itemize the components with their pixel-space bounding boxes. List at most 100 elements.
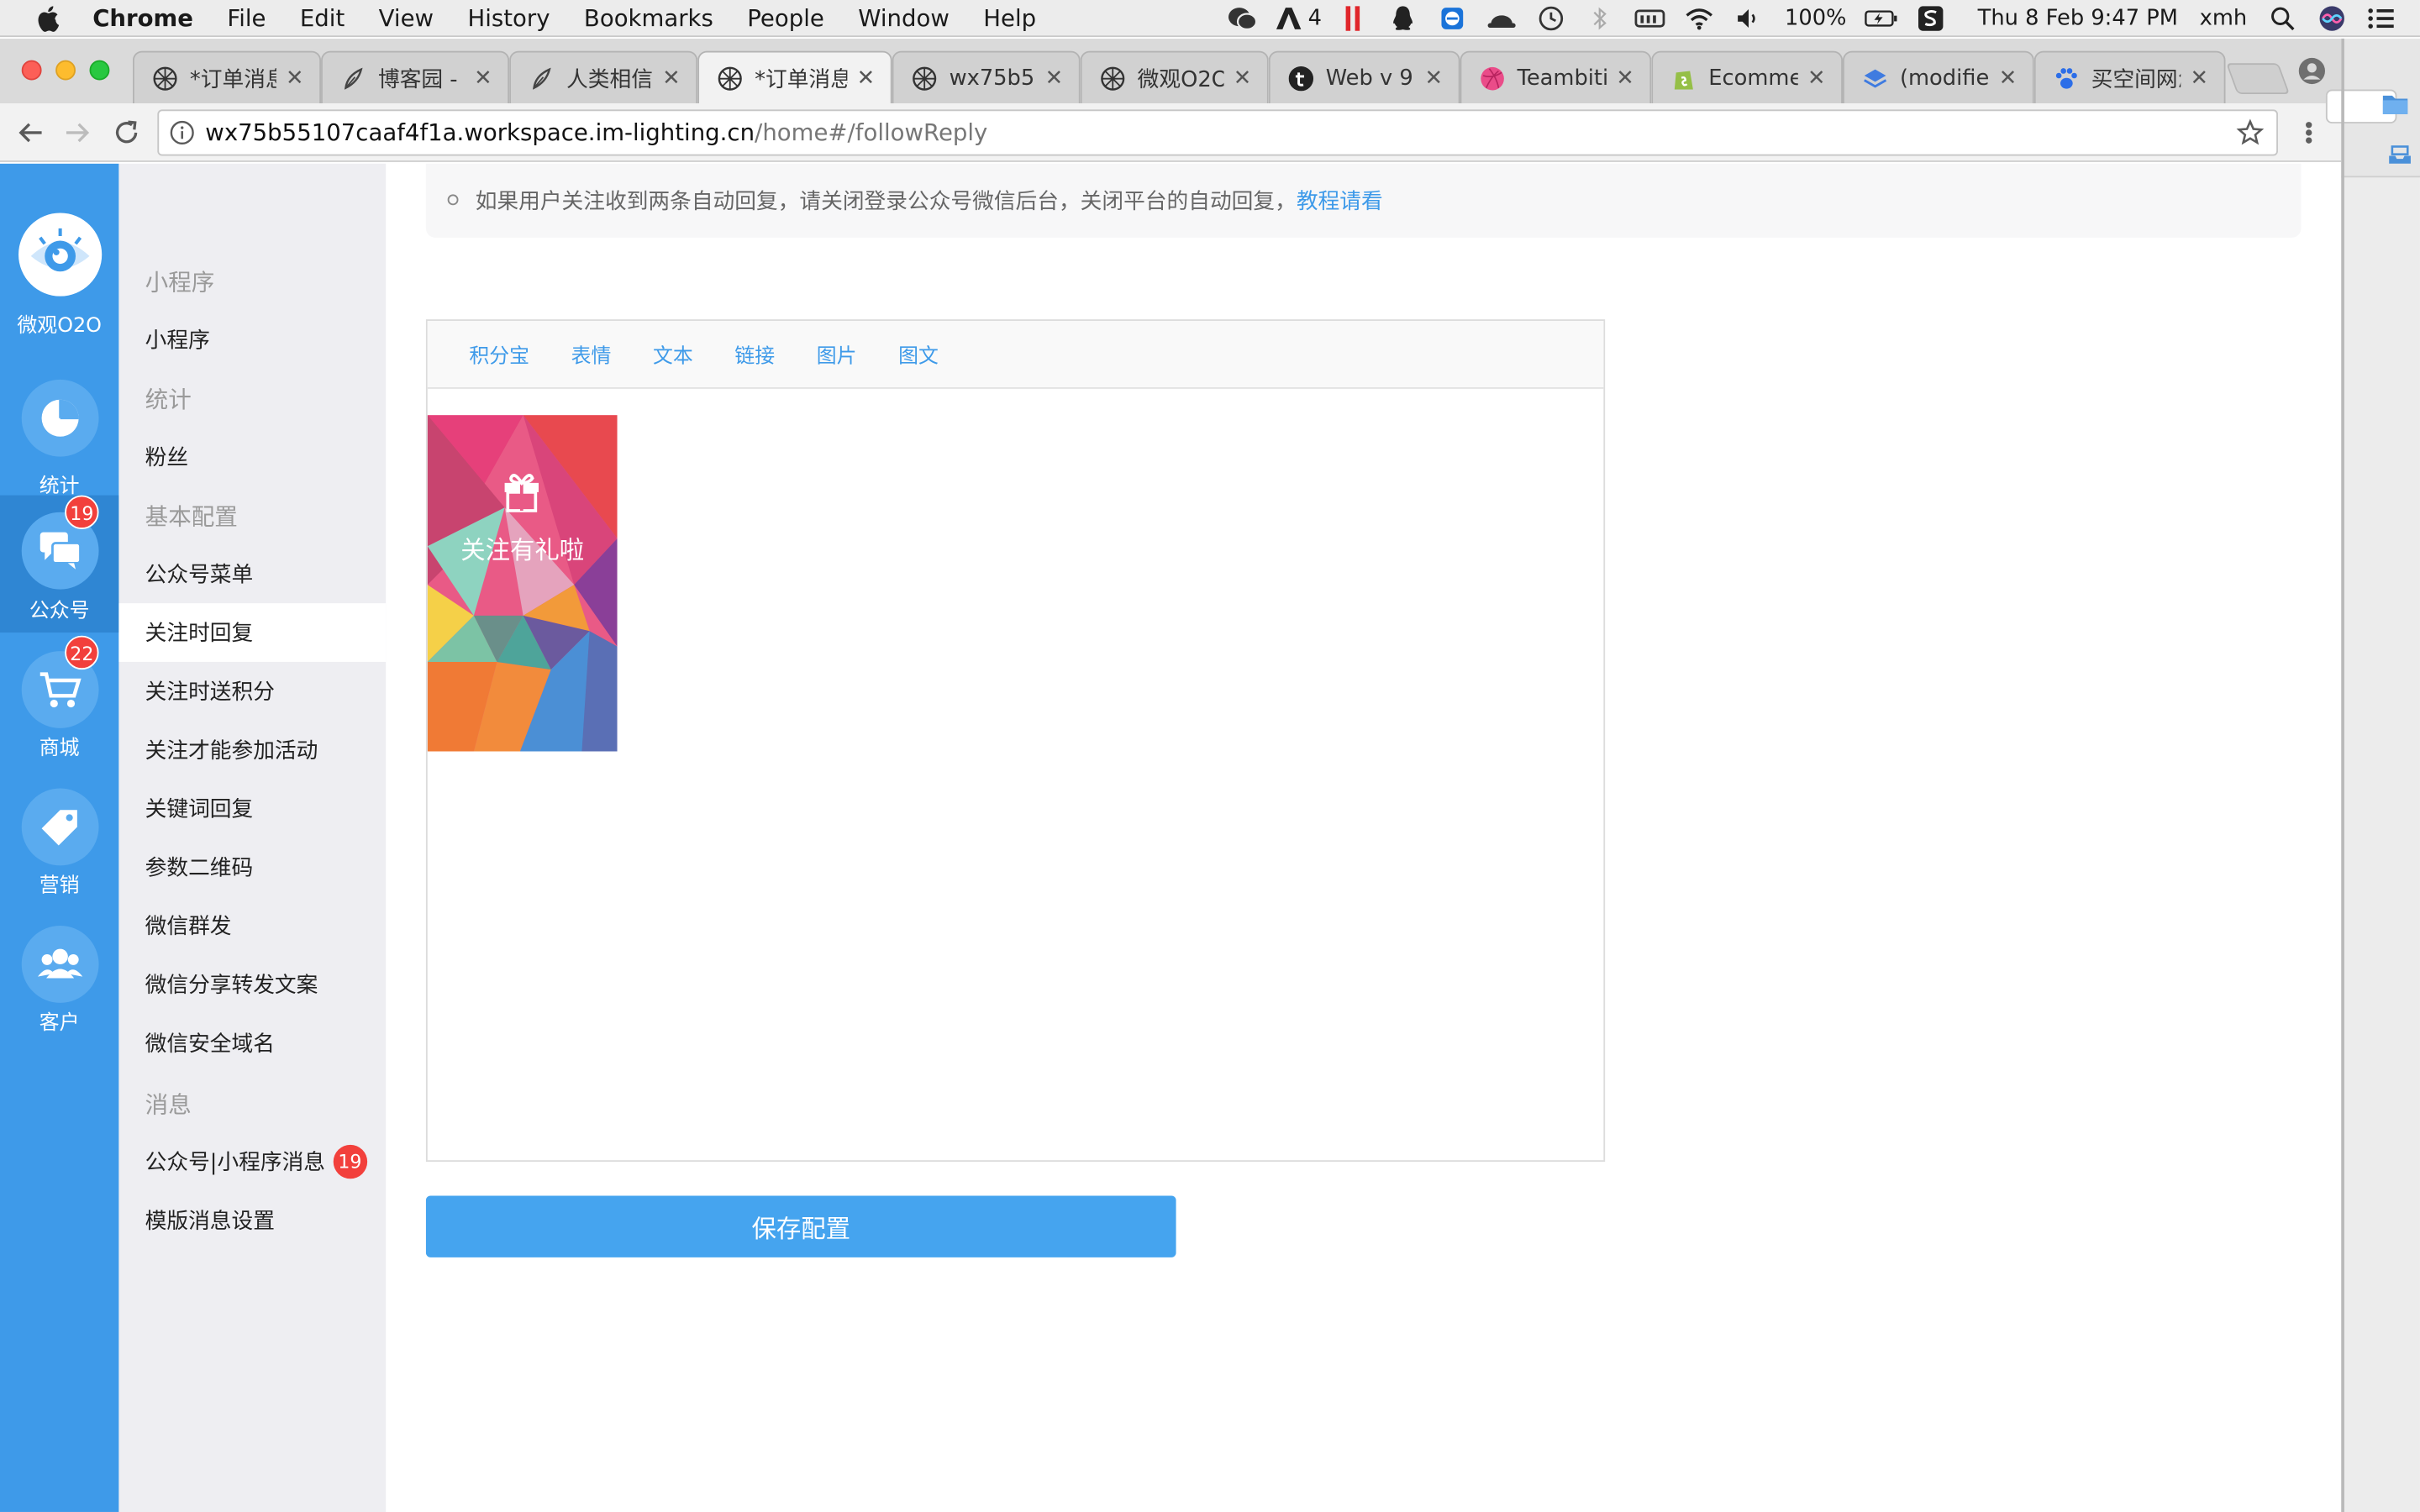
- rail-item-marketing[interactable]: 营销: [0, 770, 118, 907]
- qq-icon[interactable]: [1386, 5, 1420, 33]
- tab-close-icon[interactable]: ✕: [1807, 66, 1826, 90]
- menu-window[interactable]: Window: [858, 4, 950, 32]
- battery-charging-icon[interactable]: [1865, 5, 1899, 33]
- wifi-icon[interactable]: [1683, 5, 1717, 33]
- rail-item-customers[interactable]: 客户: [0, 907, 118, 1044]
- rail-logo[interactable]: 微观O2O: [0, 201, 118, 343]
- editor-tab-article[interactable]: 图文: [898, 339, 939, 369]
- tab-close-icon[interactable]: ✕: [1999, 66, 2018, 90]
- subnav-item[interactable]: 关注才能参加活动: [118, 721, 386, 780]
- tab-close-icon[interactable]: ✕: [474, 66, 492, 90]
- tab-close-icon[interactable]: ✕: [286, 66, 304, 90]
- bluetooth-icon[interactable]: [1584, 5, 1618, 33]
- window-minimize-button[interactable]: [55, 60, 76, 81]
- subnav-item[interactable]: 微信安全域名: [118, 1014, 386, 1073]
- menu-view[interactable]: View: [379, 4, 434, 32]
- browser-tab[interactable]: 买空间网怎 ✕: [2033, 50, 2226, 104]
- editor-tab-text[interactable]: 文本: [653, 339, 693, 369]
- apple-menu-icon[interactable]: [34, 3, 65, 34]
- browser-tab[interactable]: *订单消息 ✕: [132, 50, 322, 104]
- subnav-item-messages[interactable]: 公众号|小程序消息 19: [118, 1132, 386, 1191]
- save-config-button[interactable]: 保存配置: [425, 1195, 1176, 1257]
- parallels-icon[interactable]: [1337, 5, 1370, 33]
- subnav-item[interactable]: 微信分享转发文案: [118, 955, 386, 1014]
- browser-tab-active[interactable]: *订单消息 ✕: [697, 50, 892, 104]
- menu-app-name[interactable]: Chrome: [92, 4, 193, 32]
- users-icon: [21, 926, 99, 1003]
- tab-close-icon[interactable]: ✕: [1616, 66, 1634, 90]
- spotlight-search-icon[interactable]: [2265, 5, 2299, 33]
- window-zoom-button[interactable]: [89, 60, 110, 81]
- rail-item-stats[interactable]: 统计: [0, 370, 118, 507]
- browser-tab[interactable]: 博客园 - 开 ✕: [321, 50, 510, 104]
- browser-tab[interactable]: Ecommerce ✕: [1651, 50, 1844, 104]
- editor-tab-points[interactable]: 积分宝: [469, 339, 529, 369]
- adobe-icon[interactable]: 4: [1276, 5, 1322, 33]
- browser-tab[interactable]: 微观O2O商 ✕: [1080, 50, 1269, 104]
- editor-tab-link[interactable]: 链接: [734, 339, 775, 369]
- wheel-icon: [1101, 66, 1125, 90]
- window-edge: [2341, 38, 2344, 1512]
- tag-icon: [21, 788, 99, 866]
- reply-image-card[interactable]: 关注有礼啦: [427, 415, 618, 752]
- menu-bookmarks[interactable]: Bookmarks: [584, 4, 713, 32]
- subnav-item[interactable]: 关键词回复: [118, 780, 386, 838]
- rail-item-official-account[interactable]: 19 公众号: [0, 495, 119, 633]
- subnav-badge: 19: [333, 1144, 367, 1179]
- rail-item-mall[interactable]: 22 商城: [0, 633, 118, 769]
- menu-people[interactable]: People: [747, 4, 824, 32]
- subnav-item[interactable]: 粉丝: [118, 428, 386, 486]
- forward-arrow-icon[interactable]: [60, 116, 94, 150]
- chrome-menu-icon[interactable]: [2296, 118, 2321, 146]
- browser-tab[interactable]: Teambition ✕: [1460, 50, 1652, 104]
- info-icon[interactable]: [170, 120, 194, 145]
- tab-close-icon[interactable]: ✕: [1424, 66, 1444, 90]
- tab-close-icon[interactable]: ✕: [856, 66, 876, 90]
- subnav-item[interactable]: 模版消息设置: [118, 1191, 386, 1250]
- tab-close-icon[interactable]: ✕: [2190, 66, 2209, 90]
- subnav-item[interactable]: 关注时送积分: [118, 662, 386, 721]
- user-name[interactable]: xmh: [2200, 6, 2248, 30]
- tab-close-icon[interactable]: ✕: [1234, 66, 1252, 90]
- editor-tab-emoji[interactable]: 表情: [571, 339, 612, 369]
- subnav-item[interactable]: 参数二维码: [118, 837, 386, 896]
- memory-icon[interactable]: [1634, 5, 1667, 33]
- tab-close-icon[interactable]: ✕: [662, 66, 681, 90]
- browser-tab[interactable]: wx75b551 ✕: [892, 50, 1081, 104]
- menu-edit[interactable]: Edit: [300, 4, 345, 32]
- subnav-item[interactable]: 小程序: [118, 310, 386, 369]
- subnav-item-active[interactable]: 关注时回复: [118, 603, 387, 662]
- tab-close-icon[interactable]: ✕: [1044, 66, 1064, 90]
- tab-title: *订单消息: [755, 66, 848, 92]
- menu-file[interactable]: File: [227, 4, 266, 32]
- back-arrow-icon[interactable]: [14, 116, 48, 150]
- tab-title: 博客园 - 开: [377, 66, 465, 92]
- menu-history[interactable]: History: [467, 4, 550, 32]
- notification-center-icon[interactable]: [2365, 5, 2398, 33]
- volume-icon[interactable]: [1733, 5, 1766, 33]
- browser-tab[interactable]: 人类相信基 ✕: [509, 50, 698, 104]
- browser-tab[interactable]: (modified) ✕: [1843, 50, 2034, 104]
- siri-icon[interactable]: [2315, 5, 2349, 33]
- address-bar[interactable]: wx75b55107caaf4f1a.workspace.im-lighting…: [157, 109, 2278, 156]
- wheel-icon: [718, 66, 742, 90]
- time-machine-icon[interactable]: [1534, 5, 1568, 33]
- editor-tab-image[interactable]: 图片: [817, 339, 857, 369]
- teamviewer-icon[interactable]: [1436, 5, 1470, 33]
- browser-toolbar: wx75b55107caaf4f1a.workspace.im-lighting…: [0, 103, 2342, 162]
- profile-icon[interactable]: [2298, 57, 2326, 85]
- wechat-icon[interactable]: [1226, 5, 1260, 33]
- clock[interactable]: Thu 8 Feb 9:47 PM: [1978, 6, 2178, 30]
- reload-icon[interactable]: [109, 116, 143, 150]
- bookmark-star-icon[interactable]: [2236, 118, 2265, 146]
- window-close-button[interactable]: [21, 60, 42, 81]
- tutorial-link[interactable]: 教程请看: [1297, 190, 1383, 214]
- subnav-item[interactable]: 公众号菜单: [118, 544, 386, 603]
- layers-icon: [1863, 66, 1887, 90]
- new-tab-button[interactable]: [2226, 63, 2291, 95]
- menu-help[interactable]: Help: [983, 4, 1036, 32]
- browser-tab[interactable]: Web v 9.8. ✕: [1268, 50, 1460, 104]
- sync-s-icon[interactable]: [1914, 5, 1948, 33]
- hat-icon[interactable]: [1486, 5, 1519, 33]
- subnav-item[interactable]: 微信群发: [118, 896, 386, 955]
